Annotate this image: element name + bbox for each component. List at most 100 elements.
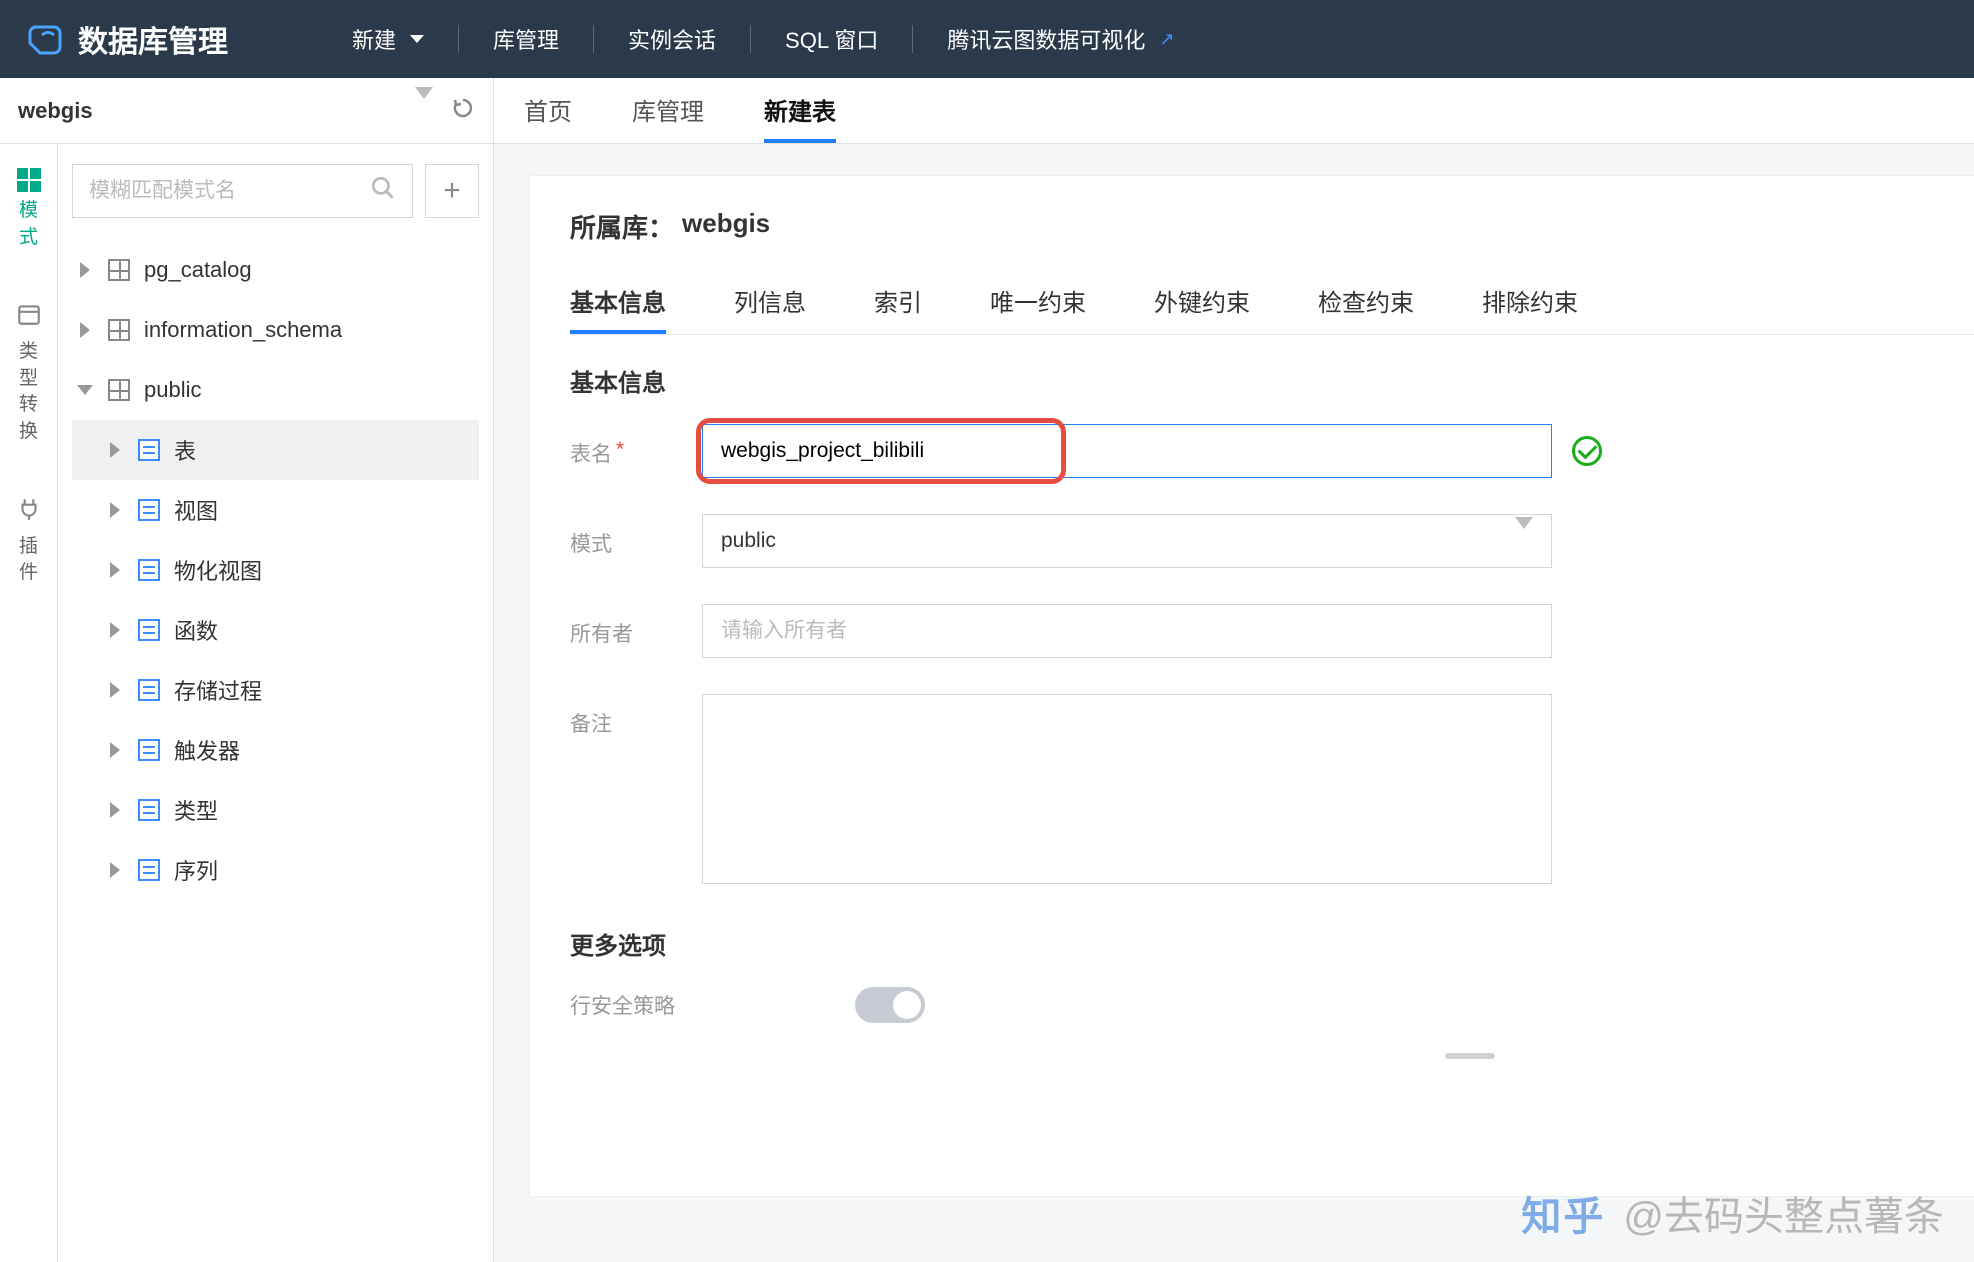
form-tab-columns[interactable]: 列信息 xyxy=(734,283,806,334)
create-table-card: 所属库： webgis 基本信息 列信息 索引 唯一约束 外键约束 检查约束 排… xyxy=(530,176,1974,1196)
schema-icon xyxy=(106,317,132,343)
form-tab-strip: 基本信息 列信息 索引 唯一约束 外键约束 检查约束 排除约束 xyxy=(570,283,1974,335)
caret-right-icon xyxy=(106,682,124,698)
main-tab-strip: 首页 库管理 新建表 xyxy=(494,78,1974,144)
db-name-label: webgis xyxy=(18,98,415,124)
tree-node-label: 函数 xyxy=(174,614,218,646)
owner-input[interactable] xyxy=(702,604,1552,658)
external-link-icon: ↗ xyxy=(1159,29,1174,50)
side-tab-strip: 模 式 类 型 转 换 插 件 xyxy=(0,144,58,1262)
tree-node-procedures[interactable]: 存储过程 xyxy=(72,660,479,720)
chevron-down-icon xyxy=(410,35,424,43)
refresh-icon[interactable] xyxy=(451,96,475,126)
side-tab-schema[interactable]: 模 式 xyxy=(17,168,41,251)
caret-right-icon xyxy=(106,502,124,518)
schema-select-value: public xyxy=(721,529,776,553)
schema-label: pg_catalog xyxy=(144,257,252,283)
side-tab-plugin[interactable]: 插 件 xyxy=(16,496,42,587)
table-icon xyxy=(136,557,162,583)
tree-node-label: 序列 xyxy=(174,854,218,886)
app-logo: 数据库管理 xyxy=(28,17,228,61)
top-menu-session[interactable]: 实例会话 xyxy=(594,23,750,55)
tree-node-triggers[interactable]: 触发器 xyxy=(72,720,479,780)
calendar-icon xyxy=(16,301,42,333)
schema-icon xyxy=(106,257,132,283)
form-tab-foreign[interactable]: 外键约束 xyxy=(1154,283,1250,334)
tree-node-types[interactable]: 类型 xyxy=(72,780,479,840)
caret-right-icon xyxy=(106,742,124,758)
side-tab-typeconvert[interactable]: 类 型 转 换 xyxy=(16,301,42,445)
top-menu: 新建 库管理 实例会话 SQL 窗口 腾讯云图数据可视化 ↗ xyxy=(318,23,1208,55)
label-owner: 所有者 xyxy=(570,604,680,648)
form-tab-exclude[interactable]: 排除约束 xyxy=(1482,283,1578,334)
tree-node-label: 视图 xyxy=(174,494,218,526)
search-icon xyxy=(370,175,396,207)
tree-node-label: 表 xyxy=(174,434,196,466)
main-tab-dbmanage[interactable]: 库管理 xyxy=(632,92,704,143)
form-tab-check[interactable]: 检查约束 xyxy=(1318,283,1414,334)
left-panel: webgis 模 式 类 型 转 换 xyxy=(0,78,494,1262)
row-security-toggle[interactable] xyxy=(855,987,925,1023)
top-menu-new[interactable]: 新建 xyxy=(318,23,458,55)
table-icon xyxy=(136,857,162,883)
schema-node-public[interactable]: public xyxy=(72,360,479,420)
table-icon xyxy=(136,437,162,463)
section-basic-title: 基本信息 xyxy=(570,363,1974,398)
label-remark: 备注 xyxy=(570,694,680,738)
check-ok-icon xyxy=(1572,436,1602,466)
table-icon xyxy=(136,797,162,823)
main-panel: 首页 库管理 新建表 所属库： webgis 基本信息 列信息 索引 唯一约束 … xyxy=(494,78,1974,1262)
schema-node-pg-catalog[interactable]: pg_catalog xyxy=(72,240,479,300)
plug-icon xyxy=(16,496,42,528)
form-tab-unique[interactable]: 唯一约束 xyxy=(990,283,1086,334)
table-icon xyxy=(136,677,162,703)
tree-node-label: 存储过程 xyxy=(174,674,262,706)
tree-node-label: 物化视图 xyxy=(174,554,262,586)
add-schema-button[interactable]: + xyxy=(425,164,479,218)
tree-node-views[interactable]: 视图 xyxy=(72,480,479,540)
schema-search-input[interactable] xyxy=(89,179,360,203)
tree-node-tables[interactable]: 表 xyxy=(72,420,479,480)
table-icon xyxy=(136,617,162,643)
app-title: 数据库管理 xyxy=(78,17,228,61)
top-menu-new-label: 新建 xyxy=(352,23,396,55)
schema-node-information-schema[interactable]: information_schema xyxy=(72,300,479,360)
main-tab-home[interactable]: 首页 xyxy=(524,92,572,143)
belong-db-heading: 所属库： webgis xyxy=(570,208,1974,245)
belong-db-value: webgis xyxy=(682,208,770,245)
schema-label: public xyxy=(144,377,201,403)
main-tab-create-table[interactable]: 新建表 xyxy=(764,92,836,143)
side-tab-plugin-label: 插 件 xyxy=(19,534,38,587)
form-tab-basic[interactable]: 基本信息 xyxy=(570,283,666,334)
caret-right-icon xyxy=(76,322,94,338)
top-menu-yuntu-label: 腾讯云图数据可视化 xyxy=(947,23,1145,55)
tree-node-functions[interactable]: 函数 xyxy=(72,600,479,660)
caret-right-icon xyxy=(106,562,124,578)
chevron-down-icon xyxy=(1515,529,1533,553)
schema-search-box[interactable] xyxy=(72,164,413,218)
top-menu-sql[interactable]: SQL 窗口 xyxy=(751,23,912,55)
label-schema: 模式 xyxy=(570,514,680,558)
tree-node-matviews[interactable]: 物化视图 xyxy=(72,540,479,600)
db-dropdown-icon[interactable] xyxy=(415,99,433,122)
drag-handle[interactable] xyxy=(1445,1053,1495,1059)
label-row-security: 行安全策略 xyxy=(570,990,675,1020)
label-table-name: 表名* xyxy=(570,424,680,468)
database-selector[interactable]: webgis xyxy=(0,78,493,144)
tree-node-label: 类型 xyxy=(174,794,218,826)
caret-right-icon xyxy=(106,802,124,818)
database-logo-icon xyxy=(28,21,64,57)
top-menu-yuntu[interactable]: 腾讯云图数据可视化 ↗ xyxy=(913,23,1208,55)
side-tab-typeconvert-label: 类 型 转 换 xyxy=(19,339,38,445)
remark-textarea[interactable] xyxy=(702,694,1552,884)
table-name-input[interactable] xyxy=(702,424,1552,478)
top-header: 数据库管理 新建 库管理 实例会话 SQL 窗口 腾讯云图数据可视化 ↗ xyxy=(0,0,1974,78)
top-menu-dbmanage[interactable]: 库管理 xyxy=(459,23,593,55)
form-tab-index[interactable]: 索引 xyxy=(874,283,922,334)
tree-node-sequences[interactable]: 序列 xyxy=(72,840,479,900)
table-icon xyxy=(136,497,162,523)
caret-right-icon xyxy=(76,262,94,278)
tree-node-label: 触发器 xyxy=(174,734,240,766)
schema-select[interactable]: public xyxy=(702,514,1552,568)
schema-label: information_schema xyxy=(144,317,342,343)
